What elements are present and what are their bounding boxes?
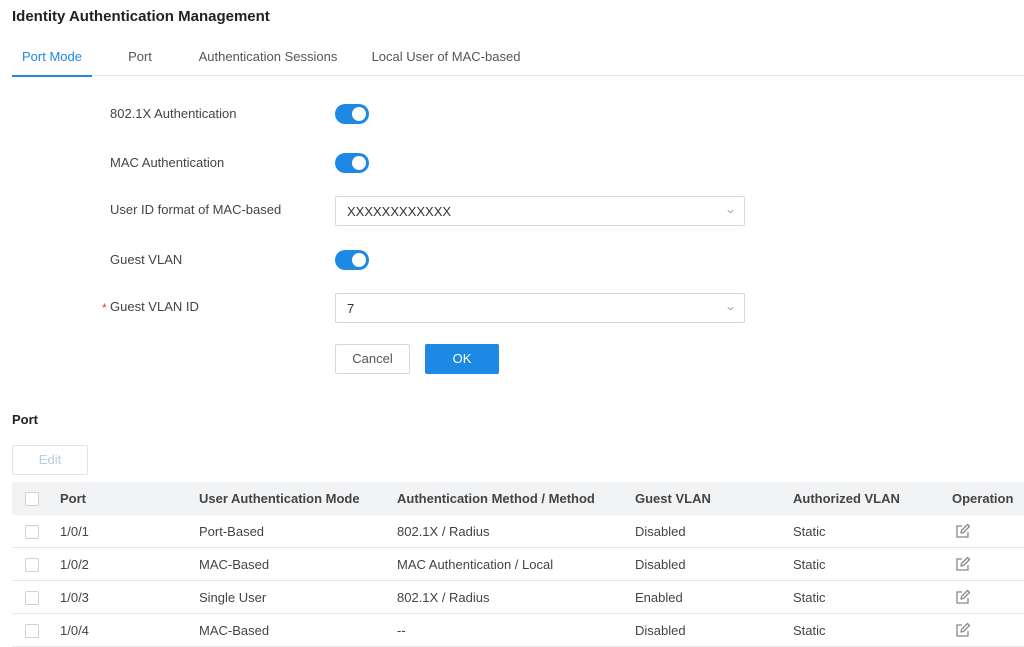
col-user-auth-mode: User Authentication Mode (199, 491, 360, 506)
chevron-down-icon (727, 209, 734, 214)
page-title: Identity Authentication Management (12, 8, 270, 25)
cell-method: 802.1X / Radius (397, 590, 490, 605)
col-port: Port (60, 491, 86, 506)
user-id-format-select[interactable]: XXXXXXXXXXXX (335, 196, 745, 226)
edit-icon[interactable] (954, 522, 972, 540)
cell-mode: MAC-Based (199, 557, 270, 572)
col-auth-method: Authentication Method / Method (397, 491, 595, 506)
edit-icon[interactable] (954, 555, 972, 573)
guest-vlan-toggle[interactable] (335, 250, 369, 270)
required-mark: * (102, 301, 107, 315)
table-row: 1/0/2 MAC-Based MAC Authentication / Loc… (12, 548, 1024, 581)
row-checkbox[interactable] (25, 558, 39, 572)
mac-auth-label: MAC Authentication (110, 155, 225, 170)
select-all-checkbox[interactable] (25, 492, 39, 506)
dot1x-label: 802.1X Authentication (110, 106, 237, 121)
tab-local-user-mac-based[interactable]: Local User of MAC-based (368, 44, 524, 76)
tab-authentication-sessions[interactable]: Authentication Sessions (194, 44, 342, 76)
table-row: 1/0/3 Single User 802.1X / Radius Enable… (12, 581, 1024, 614)
cell-guest-vlan: Disabled (635, 623, 686, 638)
cell-port: 1/0/2 (60, 557, 89, 572)
edit-icon[interactable] (954, 621, 972, 639)
mac-auth-toggle[interactable] (335, 153, 369, 173)
guest-vlan-id-text: Guest VLAN ID (110, 299, 199, 314)
cell-authorized-vlan: Static (793, 623, 826, 638)
cell-authorized-vlan: Static (793, 524, 826, 539)
tab-bar: Port Mode Port Authentication Sessions L… (12, 44, 1024, 77)
form-row-dot1x: 802.1X Authentication (0, 100, 760, 130)
cell-authorized-vlan: Static (793, 557, 826, 572)
col-guest-vlan: Guest VLAN (635, 491, 711, 506)
dot1x-toggle[interactable] (335, 104, 369, 124)
cell-port: 1/0/3 (60, 590, 89, 605)
edit-icon[interactable] (954, 588, 972, 606)
row-checkbox[interactable] (25, 624, 39, 638)
port-table: Port User Authentication Mode Authentica… (12, 482, 1024, 647)
cell-guest-vlan: Disabled (635, 524, 686, 539)
guest-vlan-id-value: 7 (347, 301, 355, 316)
cell-port: 1/0/4 (60, 623, 89, 638)
cell-guest-vlan: Disabled (635, 557, 686, 572)
user-id-format-label: User ID format of MAC-based (110, 202, 282, 217)
form-row-mac-auth: MAC Authentication (0, 149, 760, 179)
toggle-knob (352, 107, 366, 121)
cell-port: 1/0/1 (60, 524, 89, 539)
toggle-knob (352, 253, 366, 267)
cell-mode: Port-Based (199, 524, 265, 539)
cell-mode: MAC-Based (199, 623, 270, 638)
tab-port[interactable]: Port (120, 44, 160, 76)
cell-mode: Single User (199, 590, 267, 605)
form-row-guest-vlan-id: * Guest VLAN ID 7 (0, 293, 760, 323)
edit-button[interactable]: Edit (12, 445, 88, 475)
port-section-title: Port (12, 412, 38, 427)
form-row-guest-vlan: Guest VLAN (0, 246, 760, 276)
guest-vlan-label: Guest VLAN (110, 252, 183, 267)
form-row-user-id-format: User ID format of MAC-based XXXXXXXXXXXX (0, 196, 760, 226)
ok-button[interactable]: OK (425, 344, 499, 374)
cell-guest-vlan: Enabled (635, 590, 683, 605)
guest-vlan-id-label: * Guest VLAN ID (102, 299, 199, 315)
col-authorized-vlan: Authorized VLAN (793, 491, 900, 506)
cell-method: 802.1X / Radius (397, 524, 490, 539)
table-header: Port User Authentication Mode Authentica… (12, 482, 1024, 515)
col-operation: Operation (952, 491, 1014, 506)
tab-port-mode[interactable]: Port Mode (12, 44, 92, 77)
table-row: 1/0/4 MAC-Based -- Disabled Static (12, 614, 1024, 647)
user-id-format-value: XXXXXXXXXXXX (347, 204, 452, 219)
row-checkbox[interactable] (25, 591, 39, 605)
table-row: 1/0/1 Port-Based 802.1X / Radius Disable… (12, 515, 1024, 548)
toggle-knob (352, 156, 366, 170)
cancel-button[interactable]: Cancel (335, 344, 410, 374)
guest-vlan-id-select[interactable]: 7 (335, 293, 745, 323)
row-checkbox[interactable] (25, 525, 39, 539)
cell-method: MAC Authentication / Local (397, 557, 554, 572)
cell-method: -- (397, 623, 406, 638)
cell-authorized-vlan: Static (793, 590, 826, 605)
chevron-down-icon (727, 306, 734, 311)
